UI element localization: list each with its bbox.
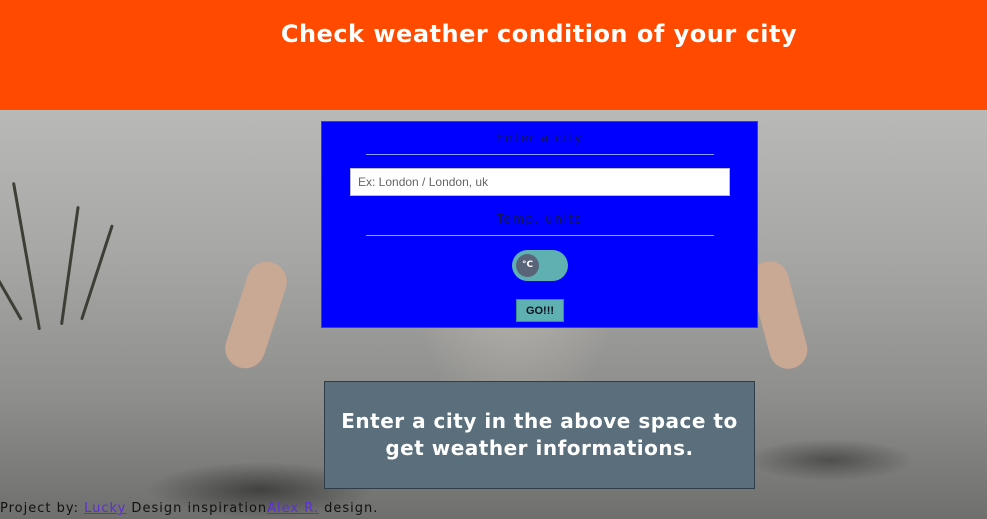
footer-design-text: Design inspiration [126,501,268,516]
temperature-unit-toggle[interactable]: °C [512,250,568,281]
footer-design-suffix: design. [318,501,379,516]
footer-project-by: Project by: [0,501,85,516]
page-header: Check weather condition of your city [0,0,987,110]
author-link[interactable]: Lucky [84,501,126,516]
city-input[interactable] [350,168,730,196]
city-search-form: Enter a city Temp. units °C GO!!! [321,121,758,328]
inspiration-link[interactable]: Alex R. [267,501,319,516]
city-label: Enter a city [496,131,583,145]
info-message: Enter a city in the above space to get w… [341,409,738,460]
toggle-knob: °C [516,254,539,277]
footer: Project by: Lucky Design inspirationAlex… [0,501,378,519]
page-title: Check weather condition of your city [280,20,798,48]
weather-info-box: Enter a city in the above space to get w… [324,381,755,489]
go-button[interactable]: GO!!! [516,299,564,322]
divider [366,154,714,155]
divider [366,235,714,236]
units-label: Temp. units [496,212,583,226]
